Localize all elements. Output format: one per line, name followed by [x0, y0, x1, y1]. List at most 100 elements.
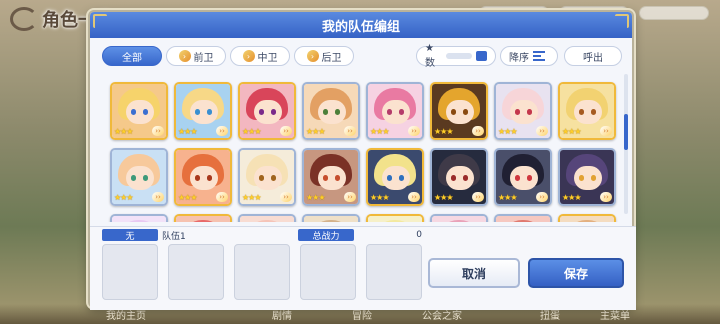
character-card[interactable]: ★★★ ››: [558, 148, 616, 206]
star-rating: ★★★: [434, 127, 453, 136]
position-icon: ›: [242, 50, 255, 62]
position-chevron-icon: ››: [600, 126, 612, 136]
team-name: 队伍1: [162, 231, 186, 242]
portrait-eye: [323, 109, 328, 115]
power-value: 0: [416, 230, 422, 240]
portrait-eye: [207, 109, 212, 115]
star-rating: ★★★: [114, 127, 133, 136]
star-rating: ★★★: [562, 193, 581, 202]
team-slot[interactable]: [300, 244, 356, 300]
tab-back[interactable]: › 后卫: [294, 46, 354, 66]
team-slot[interactable]: [102, 244, 158, 300]
character-card[interactable]: ★★★ ››: [110, 82, 168, 140]
grid-scrollbar[interactable]: [624, 74, 628, 214]
character-grid: ★★★ ›› ★★★ ›› ★★★ ›› ★★★ ›› ★★★ ›› ★★★ ›› ★★★ ›› ★★★ ››…: [100, 72, 618, 222]
position-chevron-icon: ››: [408, 192, 420, 202]
portrait-eye: [259, 175, 264, 181]
position-chevron-icon: ››: [472, 192, 484, 202]
character-card[interactable]: ★★★ ››: [174, 82, 232, 140]
sort-by-stars-button[interactable]: ★数: [416, 43, 496, 69]
portrait-eye: [463, 175, 468, 181]
portrait-eye: [259, 109, 264, 115]
portrait-eye: [591, 109, 596, 115]
character-card[interactable]: ★★★››: [494, 214, 552, 222]
character-card[interactable]: ★★★››: [110, 148, 168, 206]
portrait-eye: [515, 175, 520, 181]
character-card[interactable]: ★★★››: [302, 148, 360, 206]
portrait-eye: [527, 109, 532, 115]
corner-ornament-icon: [615, 14, 629, 28]
portrait-eye: [579, 175, 584, 181]
star-rating: ★★★: [562, 127, 581, 136]
position-chevron-icon: ››: [152, 126, 164, 136]
portrait-eye: [399, 175, 404, 181]
position-icon: ›: [306, 50, 319, 62]
character-card[interactable]: ★★★››: [558, 214, 616, 222]
character-card[interactable]: ★★★››: [302, 82, 360, 140]
position-icon: ›: [178, 50, 191, 62]
sort-field-bar: [446, 53, 473, 59]
tab-front[interactable]: › 前卫: [166, 46, 226, 66]
tab-all[interactable]: 全部: [102, 46, 162, 66]
portrait-eye: [335, 109, 340, 115]
team-slot[interactable]: [366, 244, 422, 300]
position-chevron-icon: ››: [472, 126, 484, 136]
call-button[interactable]: 呼出: [564, 46, 622, 66]
star-rating: ★★★: [434, 193, 453, 202]
save-button[interactable]: 保存: [528, 258, 624, 288]
empty-label: 无: [102, 229, 158, 242]
portrait-eye: [399, 109, 404, 115]
cancel-button[interactable]: 取消: [428, 258, 520, 288]
character-card[interactable]: ★★★››: [174, 214, 232, 222]
star-rating: ★★★: [178, 127, 197, 136]
character-card[interactable]: ★★★ ››: [238, 82, 296, 140]
portrait-eye: [195, 109, 200, 115]
character-card[interactable]: ★★★ ››: [430, 148, 488, 206]
position-chevron-icon: ››: [280, 192, 292, 202]
character-card[interactable]: ★★★››: [366, 214, 424, 222]
character-card[interactable]: ★★★››: [494, 148, 552, 206]
character-card[interactable]: ★★★››: [238, 148, 296, 206]
character-card[interactable]: ★★★ ››: [430, 82, 488, 140]
position-chevron-icon: ››: [536, 192, 548, 202]
background-pill: [639, 6, 709, 20]
character-card[interactable]: ★★★››: [238, 214, 296, 222]
star-rating: ★★★: [114, 193, 133, 202]
tab-middle[interactable]: › 中卫: [230, 46, 290, 66]
character-card[interactable]: ★★★ ››: [558, 82, 616, 140]
position-chevron-icon: ››: [280, 126, 292, 136]
character-card[interactable]: ★★★››: [302, 214, 360, 222]
team-slot[interactable]: [168, 244, 224, 300]
portrait-eye: [143, 175, 148, 181]
position-chevron-icon: ››: [408, 126, 420, 136]
dialog-header: 我的队伍编组: [90, 12, 632, 38]
star-rating: ★★★: [242, 127, 261, 136]
portrait-eye: [207, 175, 212, 181]
portrait-eye: [515, 109, 520, 115]
position-chevron-icon: ››: [344, 192, 356, 202]
portrait-eye: [463, 109, 468, 115]
character-card[interactable]: ★★★ ››: [174, 148, 232, 206]
position-chevron-icon: ››: [600, 192, 612, 202]
character-card[interactable]: ★★★ ››: [494, 82, 552, 140]
team-slot[interactable]: [234, 244, 290, 300]
character-card[interactable]: ★★★››: [366, 148, 424, 206]
star-rating: ★★★: [498, 127, 517, 136]
portrait-eye: [335, 175, 340, 181]
portrait-eye: [271, 175, 276, 181]
star-rating: ★★★: [370, 127, 389, 136]
character-card[interactable]: ★★★››: [110, 214, 168, 222]
character-card[interactable]: ★★★ ››: [366, 82, 424, 140]
dialog-title: 我的队伍编组: [321, 19, 400, 35]
portrait-eye: [451, 109, 456, 115]
corner-ornament-icon: [93, 14, 107, 28]
sort-order-button[interactable]: 降序: [500, 46, 558, 66]
scrollbar-thumb[interactable]: [624, 114, 628, 150]
portrait-eye: [143, 109, 148, 115]
position-chevron-icon: ››: [536, 126, 548, 136]
star-rating: ★★★: [178, 193, 197, 202]
character-card[interactable]: ★★★››: [430, 214, 488, 222]
position-chevron-icon: ››: [216, 126, 228, 136]
position-chevron-icon: ››: [216, 192, 228, 202]
star-rating: ★★★: [306, 127, 325, 136]
